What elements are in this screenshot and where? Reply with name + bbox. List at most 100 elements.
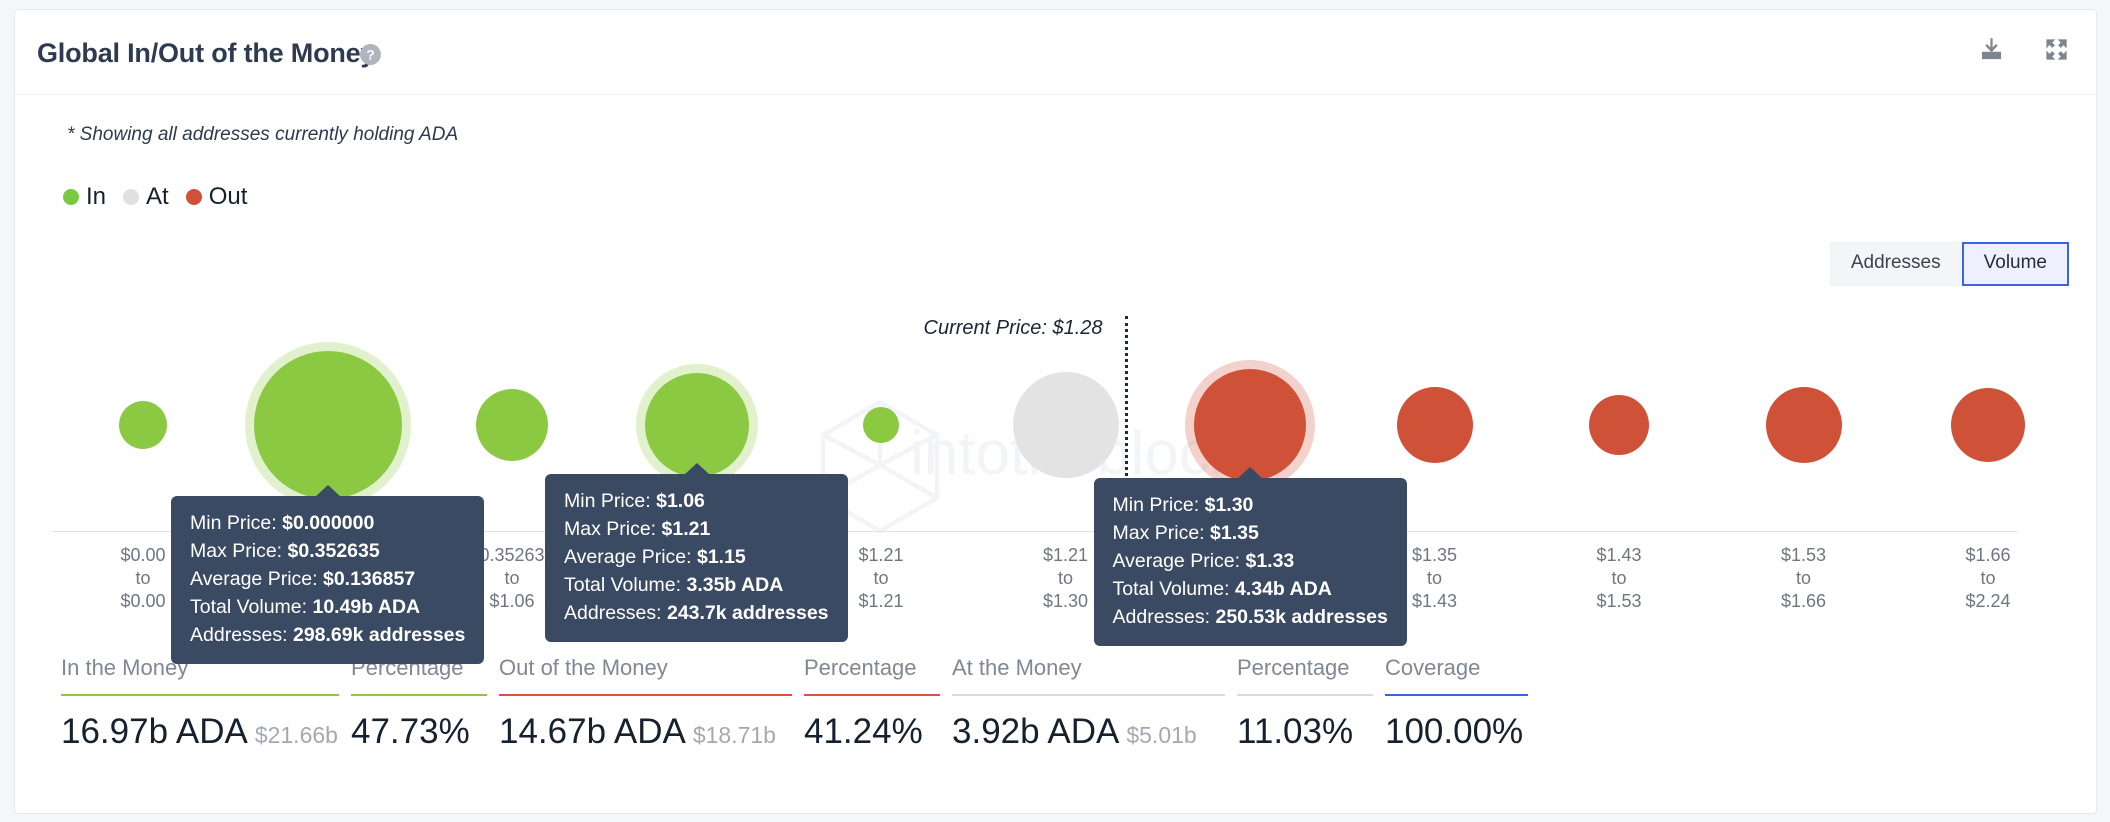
stat-value: 41.24% <box>804 712 952 752</box>
tooltip-row-label: Max Price: <box>1112 522 1211 545</box>
stat-value-main: 47.73% <box>351 712 470 751</box>
tooltip-row: Min Price: $0.000000 <box>190 509 465 537</box>
tooltip-row-value: $1.30 <box>1204 494 1254 516</box>
stat-value-main: 16.97b ADA <box>61 712 248 751</box>
tooltip-row: Max Price: $0.352635 <box>190 537 465 565</box>
stat-value: 100.00% <box>1385 712 1540 752</box>
current-price-annotation: Current Price: $1.28 <box>923 317 1103 339</box>
stat-block-at-the-money-4: At the Money 3.92b ADA $5.01b <box>952 655 1237 752</box>
stat-label: Out of the Money <box>499 655 668 680</box>
stat-value-sub: $18.71b <box>692 722 776 748</box>
stat-block-percentage-1: Percentage 47.73% <box>351 655 499 752</box>
tooltip-row-value: $0.000000 <box>282 512 375 534</box>
tick-line: $1.21 <box>1042 545 1089 565</box>
tooltip-row: Addresses: 298.69k addresses <box>190 621 465 649</box>
tooltip-row-value: 298.69k addresses <box>292 624 466 647</box>
stat-value: 11.03% <box>1237 712 1385 752</box>
tooltip-row-label: Average Price: <box>564 546 697 569</box>
tick-line: $1.43 <box>1411 591 1458 612</box>
global-in-out-of-money-card: Global In/Out of the Money ? * Showing a… <box>14 9 2097 814</box>
x-axis-tick-label: $1.66 to $2.24 <box>1965 544 2010 613</box>
bubble-out-8[interactable] <box>1589 395 1649 455</box>
x-axis-tick-label: $1.35 to $1.43 <box>1412 544 1457 613</box>
tooltip-row-label: Total Volume: <box>190 596 313 619</box>
tick-line: $1.21 <box>858 545 904 565</box>
tick-line: to <box>1426 568 1443 589</box>
tooltip-row: Addresses: 243.7k addresses <box>564 599 829 627</box>
x-axis-tick-label: $1.43 to $1.53 <box>1596 544 1641 613</box>
tooltip-row-label: Average Price: <box>190 568 323 591</box>
tick-line: $2.24 <box>1965 591 2011 612</box>
tooltip-row-value: $1.06 <box>656 490 705 512</box>
bubble-in-0[interactable] <box>119 401 167 449</box>
stat-value-sub: $21.66b <box>254 722 338 748</box>
tooltip-row-label: Average Price: <box>1112 550 1246 573</box>
tooltip-row: Average Price: $1.33 <box>1113 547 1388 575</box>
tick-line: to <box>1795 568 1812 589</box>
tooltip-row: Max Price: $1.35 <box>1113 519 1388 547</box>
tooltip-arrow <box>683 463 710 475</box>
tooltip-row-label: Addresses: <box>1112 606 1216 629</box>
tooltip-row-label: Max Price: <box>564 518 662 541</box>
tooltip-row-label: Addresses: <box>190 624 293 647</box>
stat-block-in-the-money-0: In the Money 16.97b ADA $21.66b <box>61 655 351 752</box>
summary-stats: In the Money 16.97b ADA $21.66b Percentage 4… <box>61 655 1540 752</box>
stat-value: 16.97b ADA $21.66b <box>61 712 351 752</box>
stat-value-main: 11.03% <box>1237 712 1354 751</box>
x-axis-tick-label: $1.21 to $1.21 <box>858 544 903 613</box>
tick-line: to <box>873 568 889 589</box>
stat-underline <box>952 694 1225 696</box>
tick-line: to <box>1057 568 1074 589</box>
tooltip-row-value: $0.136857 <box>322 568 416 591</box>
tooltip-arrow <box>314 485 341 497</box>
bubble-out-6[interactable] <box>1194 369 1306 481</box>
x-axis-tick-label: $1.53 to $1.66 <box>1781 544 1826 613</box>
tick-line: $1.53 <box>1780 545 1827 565</box>
x-axis-tick-label: $1.21 to $1.30 <box>1043 544 1088 613</box>
bubble-out-10[interactable] <box>1951 388 2025 462</box>
stat-value: 3.92b ADA $5.01b <box>952 712 1237 752</box>
toggle-volume-button[interactable]: Volume <box>1961 242 2069 286</box>
tooltip-row-label: Total Volume: <box>1112 578 1235 601</box>
stat-underline <box>804 694 940 696</box>
tick-line: to <box>1611 568 1627 589</box>
bubble-out-7[interactable] <box>1396 387 1473 463</box>
stat-value-main: 14.67b ADA <box>499 712 686 751</box>
bubble-in-1[interactable] <box>253 351 402 499</box>
stat-value-main: 100.00% <box>1385 712 1524 751</box>
stat-value-main: 41.24% <box>804 712 923 751</box>
tooltip-row-value: 250.53k addresses <box>1215 606 1388 629</box>
tooltip-row: Total Volume: 3.35b ADA <box>564 571 829 599</box>
stat-value-sub: $5.01b <box>1126 722 1197 748</box>
tooltip-row: Min Price: $1.30 <box>1113 491 1388 519</box>
tooltip-row-label: Min Price: <box>564 490 657 512</box>
tick-line: $1.35 <box>1411 545 1458 565</box>
bubble-out-9[interactable] <box>1765 387 1842 463</box>
tooltip-row-label: Min Price: <box>190 512 283 534</box>
tick-line: $1.66 <box>1965 545 2011 565</box>
stat-underline <box>499 694 792 696</box>
tick-line: $0.00 <box>120 591 166 612</box>
stat-underline <box>1237 694 1373 696</box>
tooltip-row-label: Addresses: <box>564 602 667 625</box>
stat-underline <box>1385 694 1528 696</box>
tooltip-row: Total Volume: 10.49b ADA <box>190 593 465 621</box>
bubble-tooltip: Min Price: $0.000000 Max Price: $0.352635… <box>171 485 485 665</box>
bubble-in-4[interactable] <box>863 407 899 443</box>
screenshot-root: Global In/Out of the Money ? * Showing a… <box>0 0 2110 822</box>
tick-line: to <box>135 568 151 589</box>
tooltip-row-value: $1.35 <box>1210 522 1259 545</box>
bubble-in-2[interactable] <box>476 389 548 461</box>
tooltip-row-label: Total Volume: <box>564 574 687 597</box>
bubble-tooltip: Min Price: $1.30 Max Price: $1.35 Average … <box>1093 467 1407 647</box>
tooltip-row: Addresses: 250.53k addresses <box>1113 603 1388 631</box>
stat-block-percentage-5: Percentage 11.03% <box>1237 655 1385 752</box>
bubble-at-5[interactable] <box>1012 372 1119 478</box>
tick-line: $1.66 <box>1780 591 1827 612</box>
bubble-in-3[interactable] <box>644 373 749 477</box>
stat-underline <box>61 694 339 696</box>
tooltip-row-value: 243.7k addresses <box>666 602 829 625</box>
tooltip-row: Average Price: $1.15 <box>564 543 829 571</box>
stat-value: 14.67b ADA $18.71b <box>499 712 804 752</box>
tooltip-row-value: $1.33 <box>1245 550 1295 573</box>
